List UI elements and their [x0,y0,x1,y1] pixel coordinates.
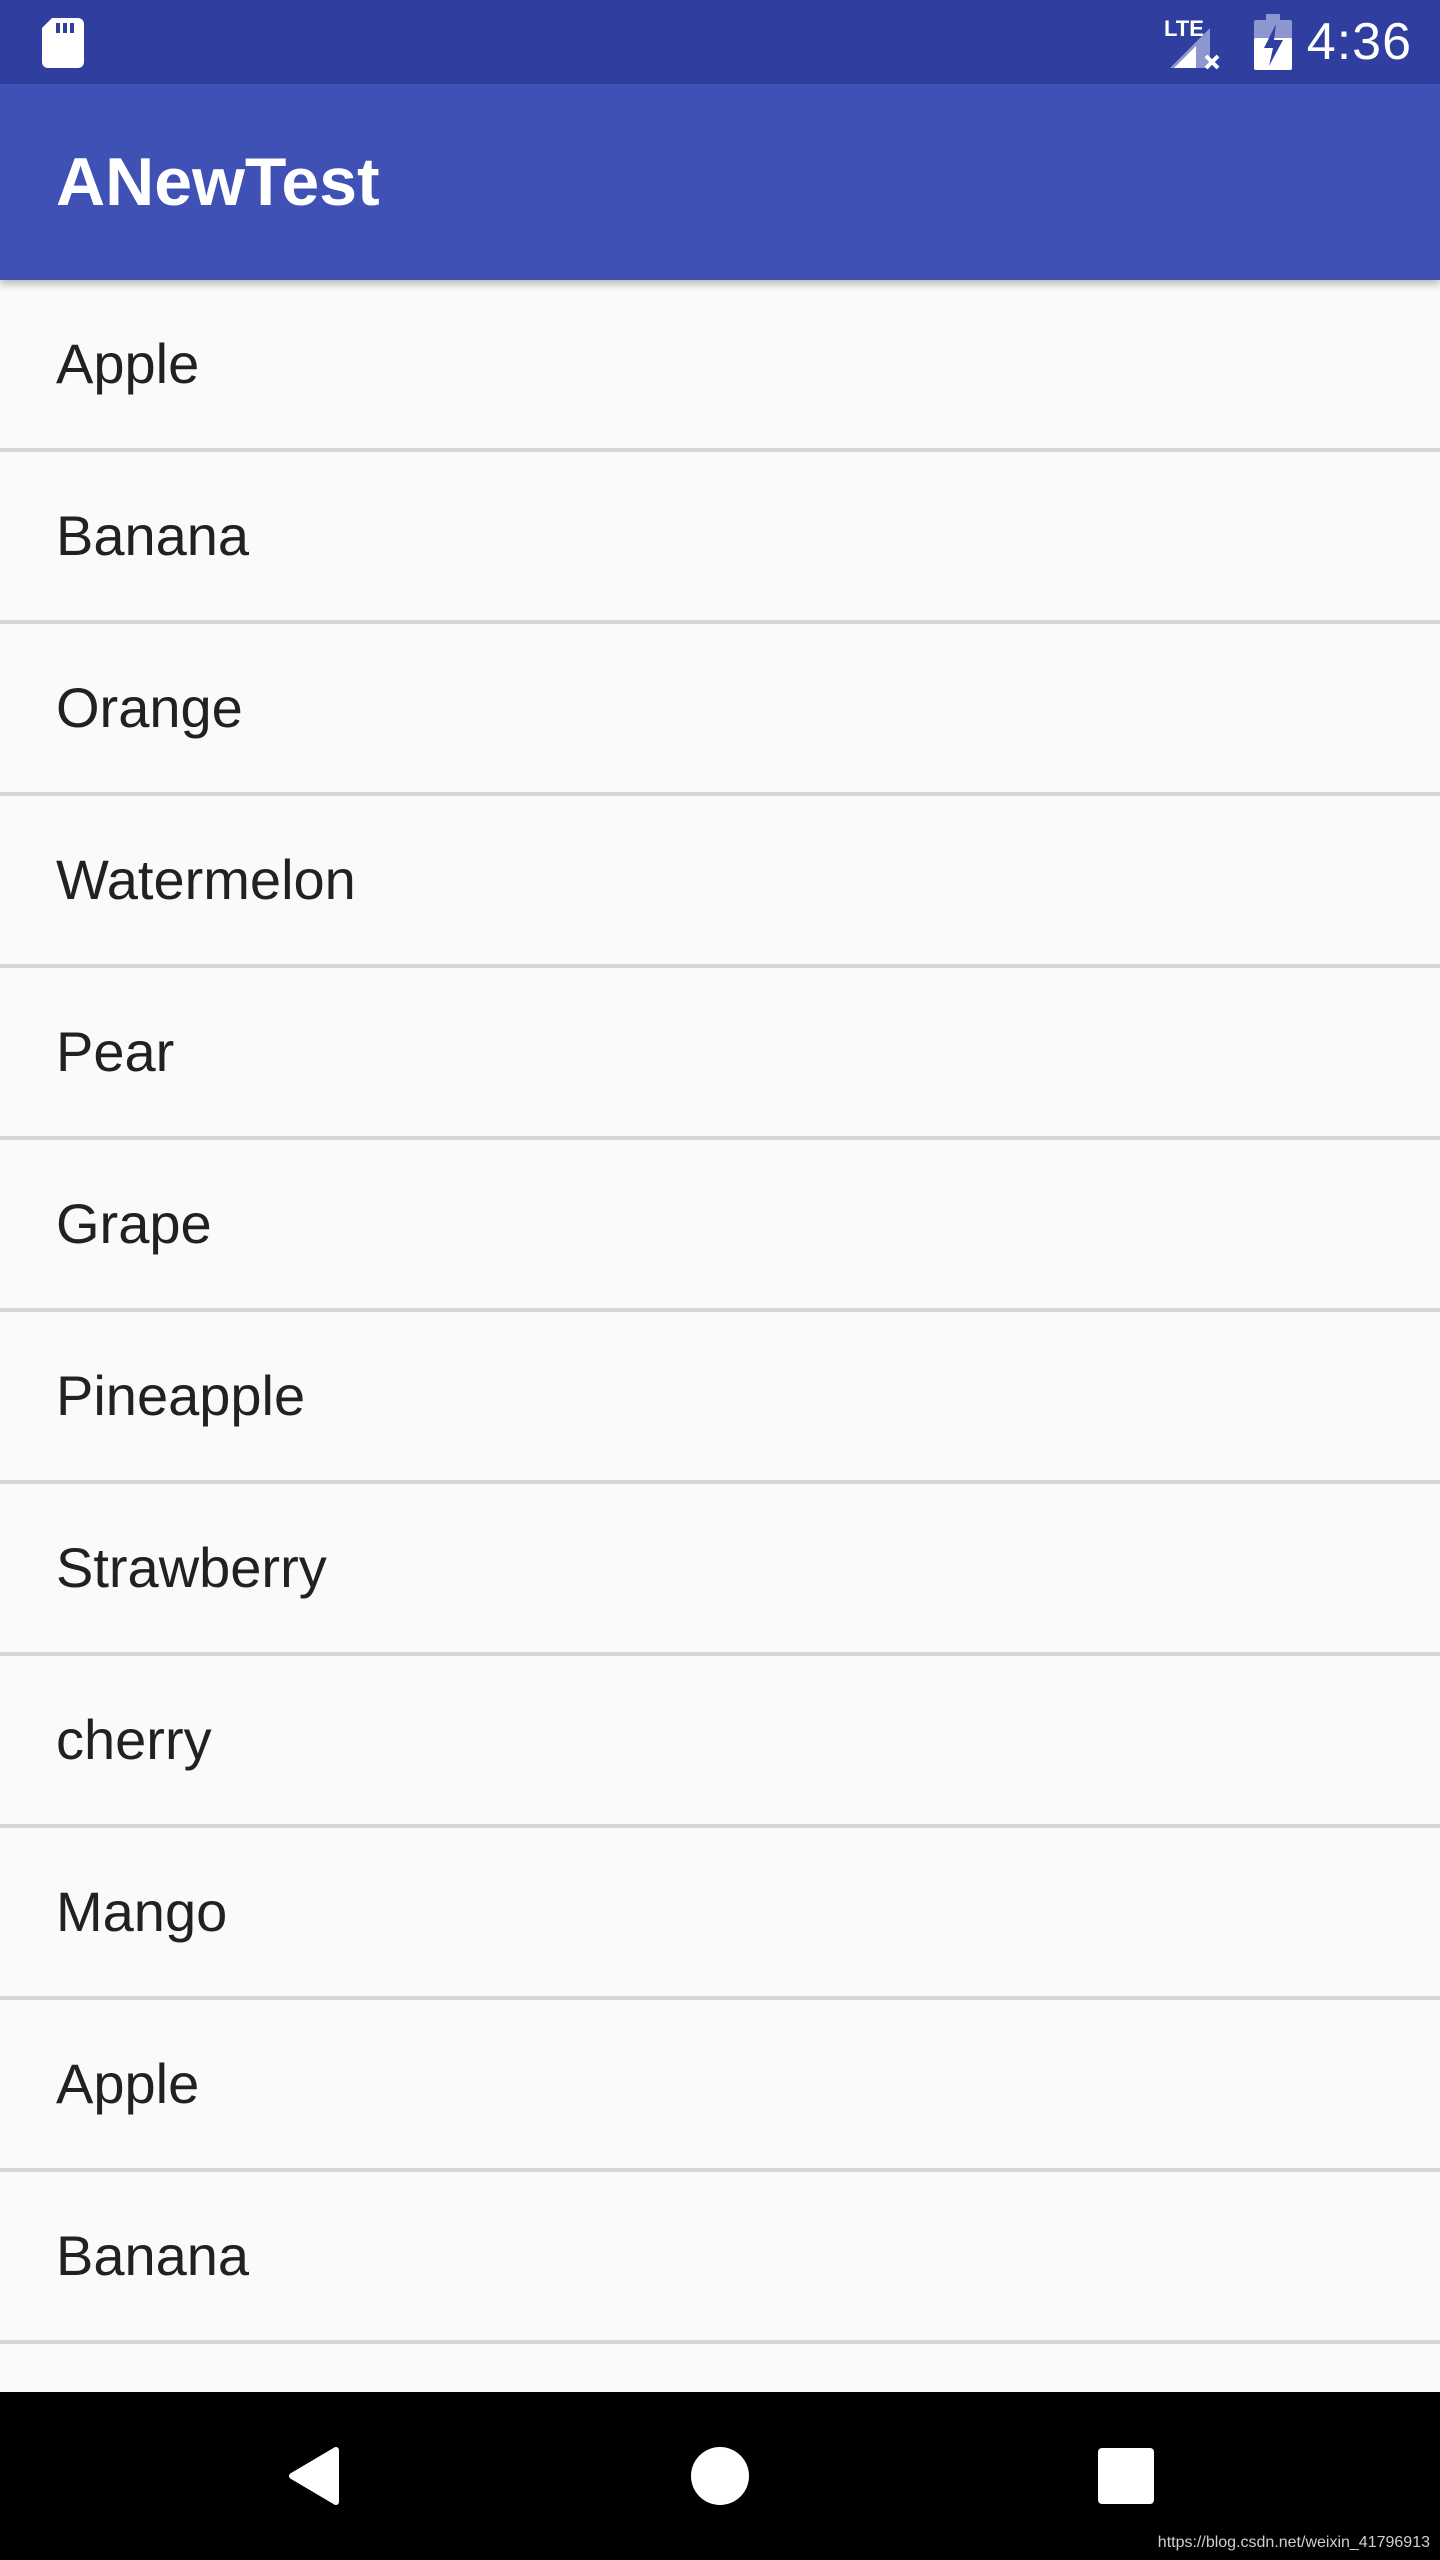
list-item-label: Watermelon [56,848,356,911]
back-icon[interactable] [286,2446,342,2506]
list-item-4[interactable]: Pear [0,968,1440,1140]
list-item-3[interactable]: Watermelon [0,796,1440,968]
list-item-label: Banana [56,2224,250,2287]
list-item-label: Apple [56,2052,200,2115]
list-item-9[interactable]: Mango [0,1828,1440,2000]
list-item-label: Mango [56,1880,228,1943]
list-item-5[interactable]: Grape [0,1140,1440,1312]
app-screen: LTE 4:36 ANewTest Apple Banana Orange Wa… [0,0,1440,2560]
list-item-label: Strawberry [56,1536,327,1599]
lte-signal-icon: LTE [1164,16,1220,70]
watermark: https://blog.csdn.net/weixin_41796913 [1157,2534,1430,2551]
list-item-label: Banana [56,504,250,567]
list-item-label: Pineapple [56,1364,306,1427]
app-title: ANewTest [56,144,380,220]
list-item-label: cherry [56,1708,212,1771]
list-item-2[interactable]: Orange [0,624,1440,796]
home-icon[interactable] [690,2446,750,2506]
recents-icon[interactable] [1098,2448,1154,2504]
fruit-list[interactable]: Apple Banana Orange Watermelon Pear Grap… [0,280,1440,2392]
list-item-8[interactable]: cherry [0,1656,1440,1828]
sd-card-icon [42,18,84,68]
list-item-label: Pear [56,1020,175,1083]
list-item-0[interactable]: Apple [0,280,1440,452]
list-item-10[interactable]: Apple [0,2000,1440,2172]
list-item-label: Grape [56,1192,212,1255]
list-item-6[interactable]: Pineapple [0,1312,1440,1484]
list-item-7[interactable]: Strawberry [0,1484,1440,1656]
app-bar: ANewTest [0,84,1440,280]
list-item-label: Orange [56,676,243,739]
list-item-12[interactable] [0,2344,1440,2392]
navigation-bar: https://blog.csdn.net/weixin_41796913 [0,2392,1440,2560]
list-item-11[interactable]: Banana [0,2172,1440,2344]
status-bar: LTE 4:36 [0,0,1440,84]
list-item-1[interactable]: Banana [0,452,1440,624]
list-item-label: Apple [56,332,200,395]
status-time: 4:36 [1306,13,1412,71]
battery-charging-icon [1254,14,1292,70]
lte-label: LTE [1164,16,1204,41]
